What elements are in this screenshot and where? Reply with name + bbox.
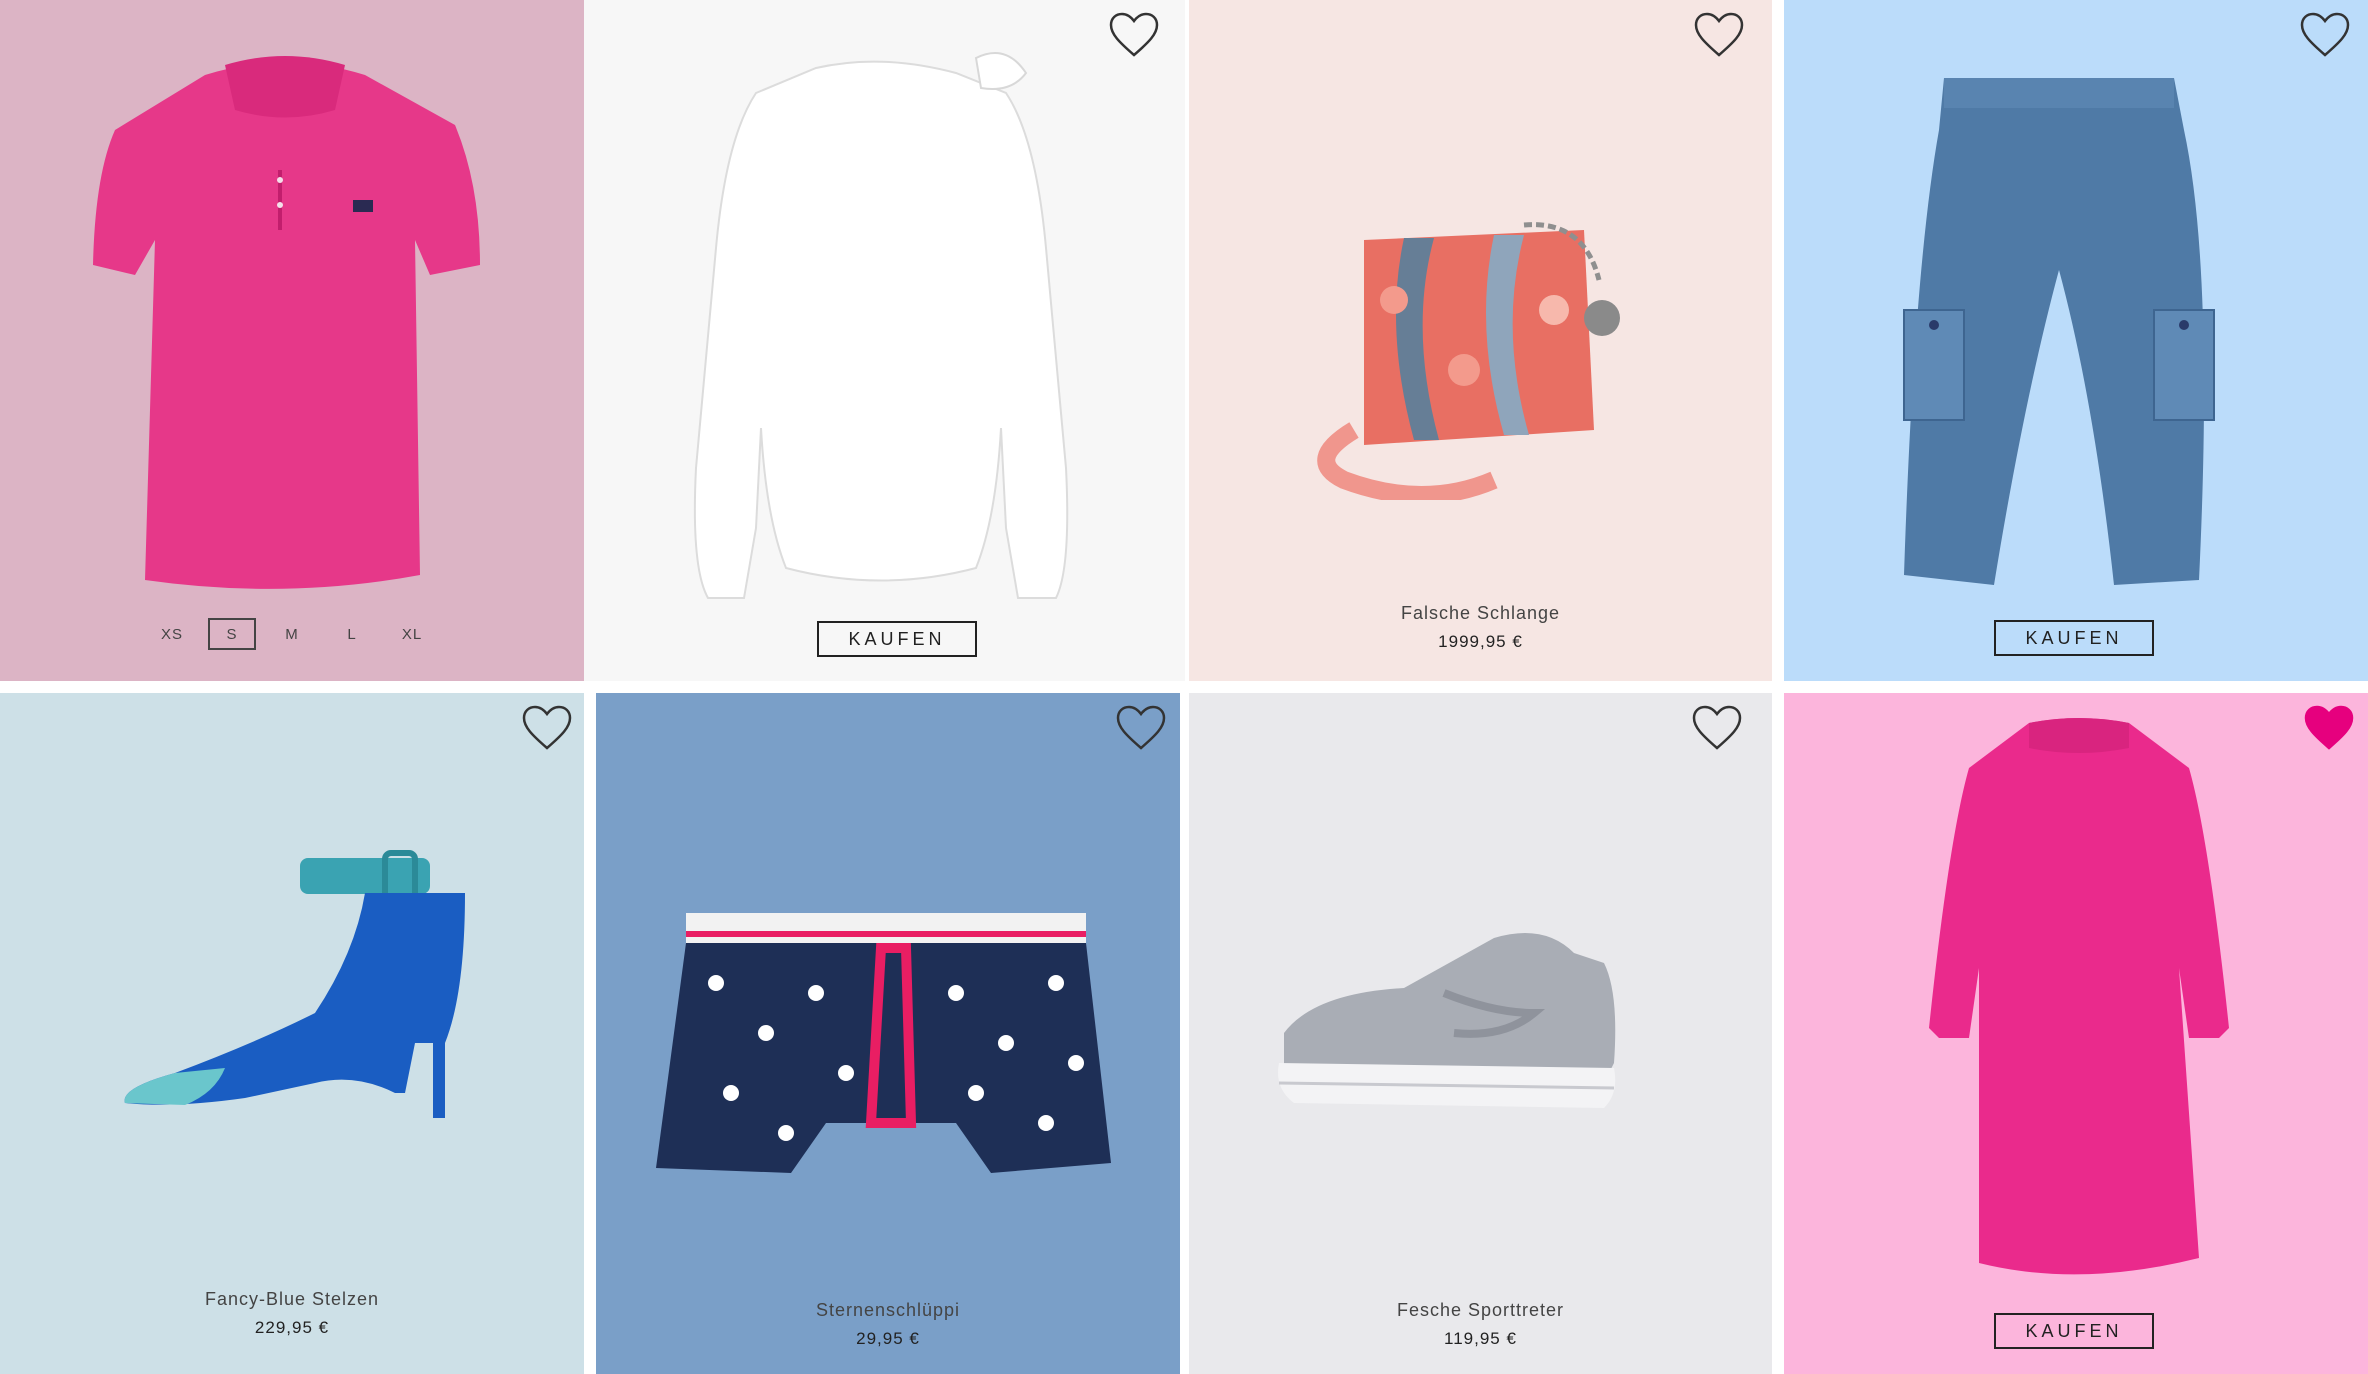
product-tile-bag[interactable]: Falsche Schlange 1999,95 € [1189, 0, 1772, 681]
product-name: Fancy-Blue Stelzen [204, 1289, 380, 1309]
product-image-sneakers[interactable] [1274, 923, 1674, 1143]
product-price: 119,95 € [1444, 1329, 1517, 1348]
product-info: Fancy-Blue Stelzen 229,95 € [0, 1289, 584, 1338]
kaufen-button[interactable]: KAUFEN [1994, 620, 2154, 656]
product-image-polo[interactable] [85, 55, 485, 595]
product-image-heels[interactable] [115, 843, 475, 1123]
kaufen-button[interactable]: KAUFEN [1994, 1313, 2154, 1349]
product-name: Sternenschlüppi [815, 1300, 961, 1320]
product-image-underwear[interactable] [656, 903, 1126, 1193]
favorite-heart-icon[interactable] [1692, 705, 1742, 751]
size-option-s-selected[interactable]: S [208, 618, 256, 650]
product-name: Falsche Schlange [1400, 603, 1561, 623]
favorite-heart-icon[interactable] [522, 705, 572, 751]
product-info: Falsche Schlange 1999,95 € [1189, 603, 1772, 652]
product-info: Fesche Sporttreter 119,95 € [1189, 1300, 1772, 1349]
product-tile-blouse[interactable]: KAUFEN [584, 0, 1185, 681]
product-image-blouse[interactable] [676, 48, 1086, 608]
favorite-heart-icon[interactable] [1109, 12, 1159, 58]
product-name: Fesche Sporttreter [1396, 1300, 1565, 1320]
product-price: 29,95 € [856, 1329, 920, 1348]
product-image-bag[interactable] [1284, 210, 1674, 500]
product-tile-dress[interactable]: KAUFEN [1784, 693, 2368, 1374]
size-option-m[interactable]: M [262, 618, 322, 650]
size-selector[interactable]: XS S M L XL [0, 618, 584, 650]
favorite-heart-icon[interactable] [2300, 12, 2350, 58]
product-info: Sternenschlüppi 29,95 € [596, 1300, 1180, 1349]
product-tile-underwear[interactable]: Sternenschlüppi 29,95 € [596, 693, 1180, 1374]
kaufen-button[interactable]: KAUFEN [817, 621, 977, 657]
favorite-heart-icon[interactable] [1694, 12, 1744, 58]
product-price: 229,95 € [254, 1318, 330, 1337]
size-option-xl[interactable]: XL [382, 618, 442, 650]
favorite-heart-icon-active[interactable] [2304, 705, 2354, 751]
product-price: 1999,95 € [1438, 632, 1523, 651]
product-tile-jeans[interactable]: KAUFEN [1784, 0, 2368, 681]
size-option-l[interactable]: L [322, 618, 382, 650]
size-option-xs[interactable]: XS [142, 618, 202, 650]
product-tile-polo[interactable]: XS S M L XL [0, 0, 584, 681]
product-tile-sneakers[interactable]: Fesche Sporttreter 119,95 € [1189, 693, 1772, 1374]
favorite-heart-icon[interactable] [1116, 705, 1166, 751]
product-tile-heels[interactable]: Fancy-Blue Stelzen 229,95 € [0, 693, 584, 1374]
product-image-jeans[interactable] [1884, 70, 2234, 590]
product-image-dress[interactable] [1919, 718, 2239, 1288]
